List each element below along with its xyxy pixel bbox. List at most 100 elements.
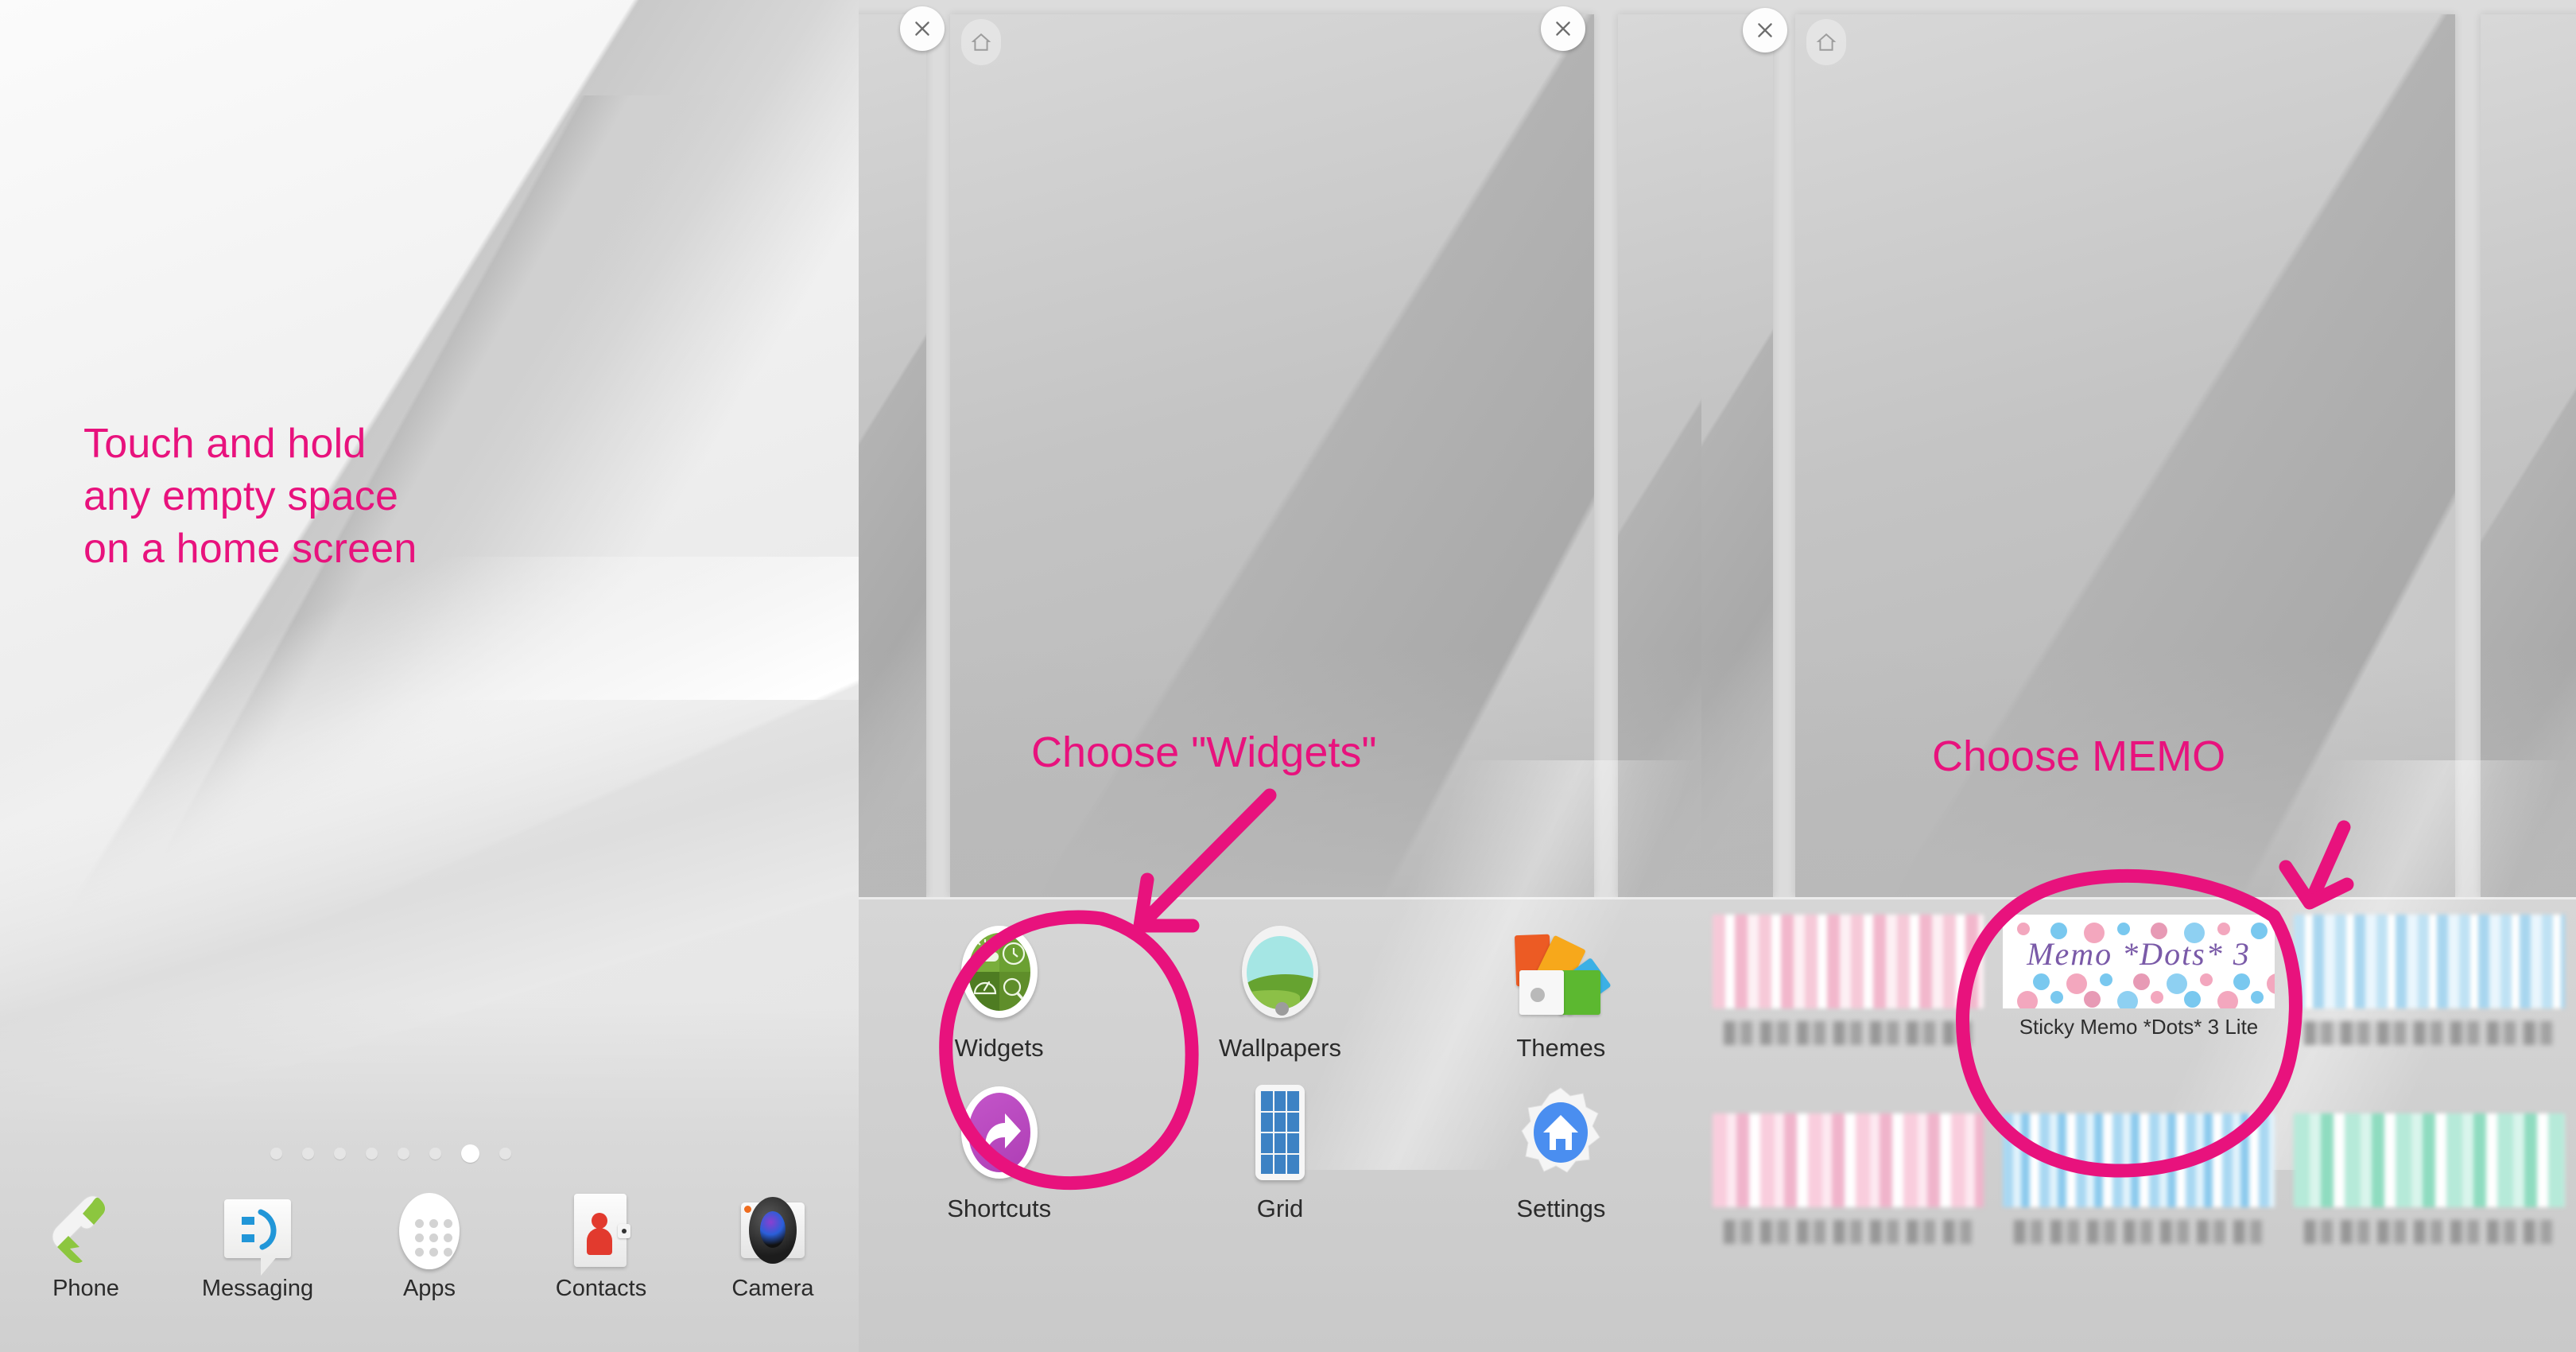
widget-cell[interactable]: [1713, 915, 1984, 1051]
screenshot-stage: Touch and hold any empty space on a home…: [0, 0, 2576, 1352]
widget-cell[interactable]: [1713, 1113, 1984, 1250]
grid-cell: [1260, 1133, 1273, 1153]
memo-widget-preview: Memo *Dots* 3: [2003, 915, 2275, 1008]
memo-dot: [2117, 923, 2131, 935]
phone-icon: [48, 1191, 124, 1268]
page-dot[interactable]: [366, 1148, 378, 1160]
widget-preview: [2293, 1113, 2565, 1207]
widget-caption-blurred: [1713, 1016, 1984, 1051]
option-shortcuts[interactable]: Shortcuts: [859, 1082, 1139, 1223]
page-dot[interactable]: [334, 1148, 346, 1160]
memo-dot: [2017, 923, 2031, 935]
widget-preview: [1713, 915, 1984, 1008]
home-screen-panel: Touch and hold any empty space on a home…: [0, 0, 859, 1352]
apps-dot: [429, 1219, 438, 1228]
apps-grid-icon: [391, 1191, 467, 1269]
option-label-widgets: Widgets: [954, 1034, 1044, 1062]
apps-dot: [444, 1248, 452, 1257]
widget-list-sheet: Memo *Dots* 3 Sticky Memo *Dots* 3 Lite: [1701, 760, 2576, 1352]
settings-gear-icon: [1515, 1082, 1607, 1183]
page-dot[interactable]: [398, 1148, 409, 1160]
memo-dot: [2251, 991, 2264, 1004]
close-icon: [1556, 21, 1570, 36]
home-page-preview-left[interactable]: [859, 14, 926, 897]
memo-dot: [2084, 991, 2101, 1008]
dock-label-messaging: Messaging: [201, 1276, 314, 1301]
memo-dot: [2267, 973, 2275, 994]
memo-dot: [2200, 973, 2213, 986]
option-widgets[interactable]: Widgets: [859, 921, 1139, 1063]
widget-list[interactable]: Memo *Dots* 3 Sticky Memo *Dots* 3 Lite: [1701, 897, 2576, 1352]
memo-dot: [2100, 973, 2113, 986]
customize-option-sheet: Widgets Wallpapers Themes Shortcuts Grid…: [859, 760, 1701, 1352]
memo-dot: [2167, 973, 2188, 994]
dock-label-phone: Phone: [52, 1276, 119, 1301]
apps-dot: [444, 1219, 452, 1228]
grid-cell: [1260, 1154, 1273, 1174]
option-grid[interactable]: Grid: [1139, 1082, 1420, 1223]
contacts-icon: [563, 1191, 639, 1268]
dock-item-camera[interactable]: Camera: [687, 1185, 859, 1352]
grid-cell: [1260, 1112, 1273, 1132]
apps-dot: [415, 1234, 424, 1242]
grid-cell: [1274, 1091, 1286, 1111]
memo-dot: [2217, 923, 2231, 935]
close-icon: [915, 21, 929, 36]
grid-cell: [1287, 1154, 1299, 1174]
grid-cell: [1274, 1112, 1286, 1132]
close-icon-right[interactable]: [1541, 6, 1585, 51]
dock-label-camera: Camera: [731, 1276, 814, 1301]
widget-picker-panel: Memo *Dots* 3 Sticky Memo *Dots* 3 Lite: [1701, 0, 2576, 1352]
page-indicator[interactable]: [270, 1144, 511, 1163]
dock-item-messaging[interactable]: Messaging: [172, 1185, 343, 1352]
close-icon-left[interactable]: [900, 6, 945, 51]
messaging-icon: [219, 1191, 296, 1276]
home-icon: [1816, 33, 1837, 51]
widget-cell[interactable]: [2003, 1113, 2275, 1250]
option-label-themes: Themes: [1516, 1034, 1606, 1062]
memo-dot: [2033, 973, 2050, 990]
customize-panel: Widgets Wallpapers Themes Shortcuts Grid…: [859, 0, 1701, 1352]
apps-dot: [415, 1248, 424, 1257]
option-settings[interactable]: Settings: [1421, 1082, 1701, 1223]
close-icon-left-2[interactable]: [1743, 8, 1787, 52]
shortcuts-icon: [953, 1082, 1046, 1183]
customize-options-grid: Widgets Wallpapers Themes Shortcuts Grid…: [859, 921, 1701, 1223]
option-label-wallpapers: Wallpapers: [1219, 1034, 1341, 1062]
page-dot[interactable]: [302, 1148, 314, 1160]
home-icon-badge-2[interactable]: [1806, 19, 1846, 65]
widget-caption-blurred: [2294, 1016, 2565, 1051]
option-label-grid: Grid: [1256, 1195, 1304, 1222]
grid-cell: [1274, 1154, 1286, 1174]
widget-cell-memo[interactable]: Memo *Dots* 3 Sticky Memo *Dots* 3 Lite: [2003, 915, 2275, 1051]
page-dot[interactable]: [499, 1148, 511, 1160]
annotation-choose-widgets: Choose "Widgets": [1031, 728, 1377, 776]
option-label-shortcuts: Shortcuts: [947, 1195, 1052, 1222]
camera-icon: [735, 1191, 811, 1268]
apps-dot: [429, 1234, 438, 1242]
apps-dot: [444, 1234, 452, 1242]
widget-preview: [1713, 1113, 1984, 1207]
themes-icon: [1515, 921, 1612, 1023]
dock: Phone Messaging Apps Contacts Camera: [0, 1185, 859, 1352]
option-themes[interactable]: Themes: [1421, 921, 1701, 1063]
apps-dot: [415, 1219, 424, 1228]
page-dot[interactable]: [270, 1148, 282, 1160]
home-icon-badge[interactable]: [961, 19, 1001, 65]
dock-item-apps[interactable]: Apps: [343, 1185, 515, 1352]
option-wallpapers[interactable]: Wallpapers: [1139, 921, 1420, 1063]
page-dot[interactable]: [429, 1148, 441, 1160]
wallpapers-icon: [1234, 921, 1326, 1023]
memo-dot: [2151, 991, 2164, 1004]
dock-item-contacts[interactable]: Contacts: [515, 1185, 687, 1352]
apps-dot: [429, 1248, 438, 1257]
widget-caption-blurred: [1713, 1215, 1984, 1250]
widget-preview: [2003, 1113, 2275, 1207]
home-page-preview-left-2[interactable]: [1701, 14, 1773, 897]
page-dot[interactable]: [461, 1144, 479, 1163]
widget-cell[interactable]: [2293, 915, 2565, 1051]
instruction-text-1: Touch and hold any empty space on a home…: [83, 421, 417, 572]
widget-cell[interactable]: [2293, 1113, 2565, 1250]
grid-cell: [1287, 1112, 1299, 1132]
dock-item-phone[interactable]: Phone: [0, 1185, 172, 1352]
